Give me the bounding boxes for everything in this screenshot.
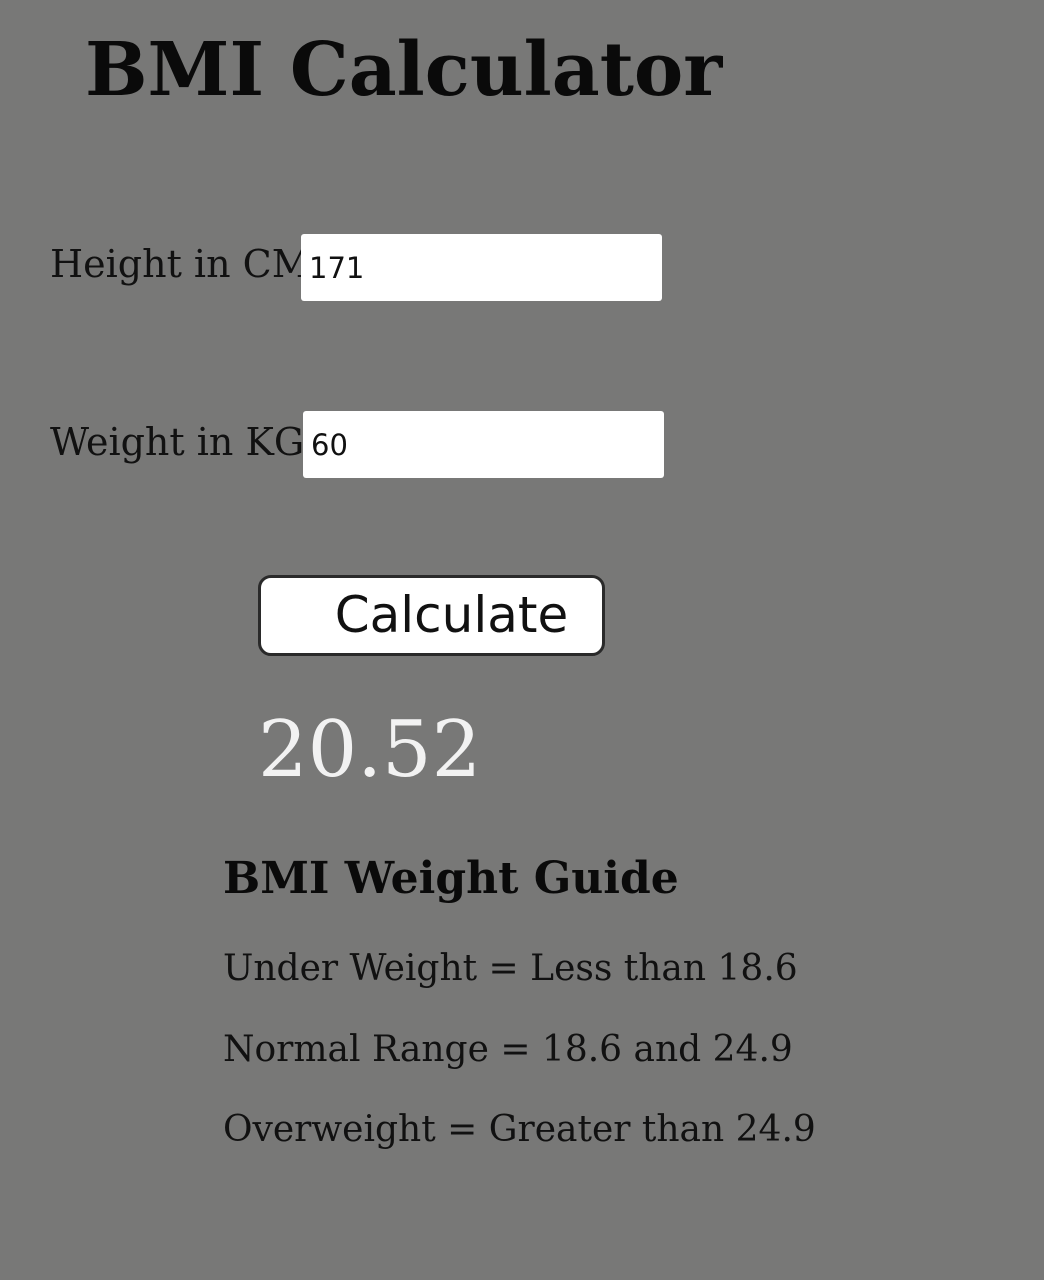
height-input[interactable] xyxy=(301,234,662,301)
guide-under-weight: Under Weight = Less than 18.6 xyxy=(223,948,798,989)
guide-title: BMI Weight Guide xyxy=(223,853,679,904)
calculate-button[interactable]: Calculate xyxy=(258,575,605,656)
height-label: Height in CM: xyxy=(50,242,324,286)
weight-label: Weight in KG: xyxy=(50,420,318,464)
guide-normal-range: Normal Range = 18.6 and 24.9 xyxy=(223,1029,793,1070)
weight-input[interactable] xyxy=(303,411,664,478)
guide-overweight: Overweight = Greater than 24.9 xyxy=(223,1109,816,1150)
bmi-result: 20.52 xyxy=(258,705,482,795)
page-title: BMI Calculator xyxy=(85,27,723,113)
